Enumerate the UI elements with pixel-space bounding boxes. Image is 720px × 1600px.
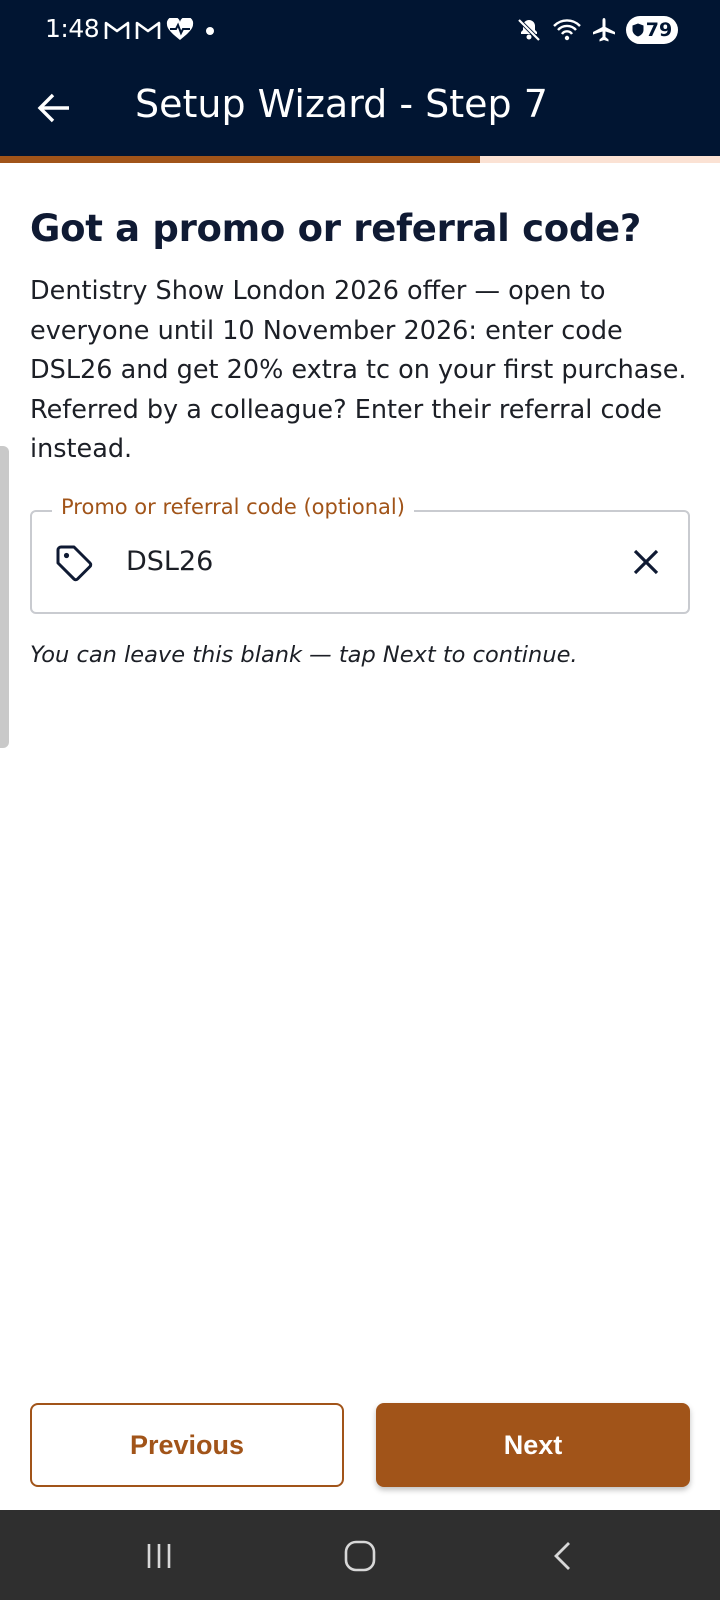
back-button[interactable] [30, 84, 78, 132]
promo-code-input[interactable] [126, 537, 596, 586]
wizard-progress-bar [0, 156, 720, 163]
wizard-progress-fill [0, 156, 481, 163]
arrow-left-icon [37, 93, 69, 123]
battery-icon: 79 [626, 16, 678, 44]
mute-icon [517, 18, 541, 42]
offer-description: Dentistry Show London 2026 offer — open … [30, 276, 687, 464]
next-button[interactable]: Next [376, 1403, 690, 1487]
recent-apps-button[interactable] [137, 1534, 181, 1578]
promo-code-field[interactable]: Promo or referral code (optional) [30, 494, 690, 614]
app-bar: Setup Wizard - Step 7 [0, 62, 720, 156]
status-time: 1:48 [45, 14, 100, 43]
tag-icon [56, 545, 93, 581]
system-nav-bar [0, 1510, 720, 1600]
battery-level: 79 [645, 19, 673, 41]
system-icons: 79 [516, 16, 678, 44]
promo-code-label: Promo or referral code (optional) [52, 494, 414, 519]
helper-hint: You can leave this blank — tap Next to c… [30, 641, 578, 668]
gmail-icon [135, 21, 161, 39]
app-root: 1:48 79 Setup Wizard - Step 7 Got a prom… [0, 0, 720, 1600]
main-content: Got a promo or referral code? Dentistry … [30, 163, 690, 668]
status-bar: 1:48 79 [0, 0, 720, 62]
shield-icon [632, 23, 644, 37]
dot-icon [206, 27, 214, 35]
nav-back-button[interactable] [541, 1534, 585, 1578]
home-button[interactable] [338, 1534, 382, 1578]
home-icon [344, 1540, 376, 1572]
health-icon [166, 18, 194, 40]
gmail-icon [104, 21, 130, 39]
edge-panel-handle[interactable] [0, 446, 9, 748]
notification-icons [104, 18, 217, 42]
section-heading: Got a promo or referral code? [30, 207, 642, 250]
page-title: Setup Wizard - Step 7 [135, 82, 548, 126]
clear-button[interactable] [626, 542, 666, 582]
wifi-icon [553, 19, 581, 41]
airplane-icon [593, 18, 615, 42]
chevron-left-icon [554, 1542, 570, 1570]
previous-button[interactable]: Previous [30, 1403, 344, 1487]
recent-apps-icon [147, 1544, 171, 1568]
close-icon [633, 549, 659, 574]
